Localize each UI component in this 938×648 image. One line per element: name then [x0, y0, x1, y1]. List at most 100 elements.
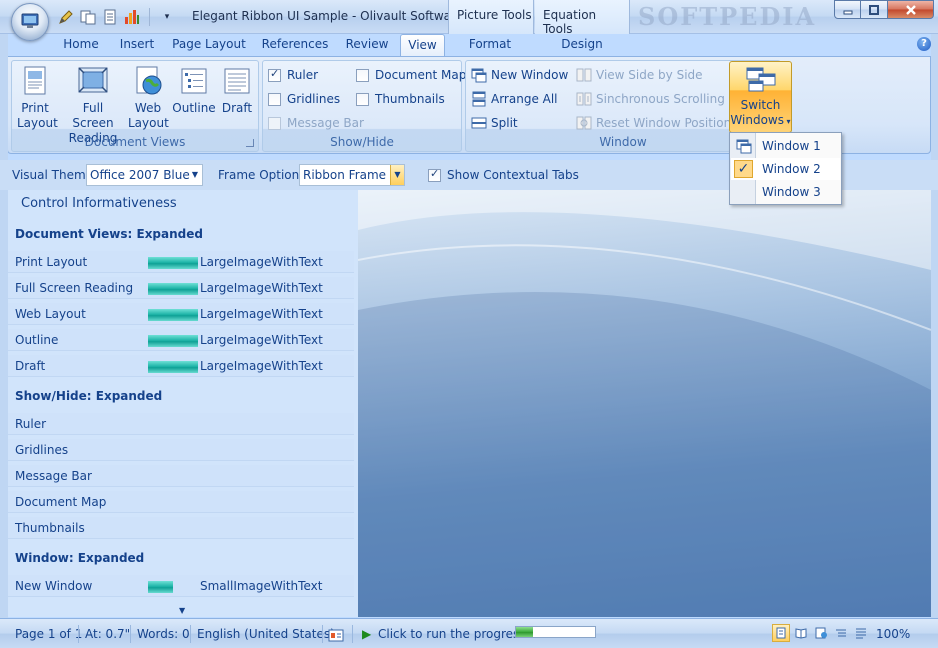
thumbnails-check[interactable] — [356, 92, 369, 106]
switch-windows-icon — [746, 67, 775, 92]
outline-button[interactable]: Outline — [172, 65, 216, 116]
tab-insert[interactable]: Insert — [116, 34, 158, 56]
informativeness-bar[interactable] — [148, 335, 198, 347]
table-row[interactable]: Message Bar — [8, 465, 354, 487]
row-name: Message Bar — [15, 469, 92, 483]
arrange-all-label: Arrange All — [491, 92, 558, 106]
document-map-checkbox[interactable]: Document Map — [356, 65, 466, 85]
thumbnails-checkbox[interactable]: Thumbnails — [356, 89, 445, 109]
minimize-button[interactable] — [834, 0, 861, 19]
table-row[interactable]: New Window SmallImageWithText — [8, 575, 354, 597]
dialog-launcher-icon[interactable] — [246, 139, 254, 147]
control-informativeness-panel: Control Informativeness Document Views: … — [8, 190, 358, 617]
message-bar-label: Message Bar — [287, 116, 364, 130]
synchronous-scrolling-label: Sinchronous Scrolling — [596, 92, 725, 106]
menu-item-window-3[interactable]: Window 3 — [731, 181, 840, 203]
menu-item-window-1[interactable]: Window 1 — [731, 135, 840, 157]
show-contextual-tabs-checkbox[interactable]: Show Contextual Tabs — [428, 165, 579, 185]
ruler-checkbox[interactable]: Ruler — [268, 65, 318, 85]
contextual-header-equation-tools: Equation Tools — [535, 0, 630, 36]
customize-toolbar-chevron-icon[interactable]: ▾ — [158, 8, 176, 26]
tab-page-layout[interactable]: Page Layout — [170, 34, 248, 56]
view-side-by-side-button: View Side by Side — [576, 65, 703, 85]
full-screen-reading-button[interactable]: Full Screen Reading — [62, 65, 124, 146]
copy-icon[interactable] — [79, 8, 97, 26]
menu-item-window-3-label: Window 3 — [762, 185, 821, 199]
show-contextual-tabs-check[interactable] — [428, 167, 441, 182]
close-button[interactable] — [888, 0, 934, 19]
table-row[interactable]: Print Layout LargeImageWithText — [8, 251, 354, 273]
ruler-check[interactable] — [268, 67, 281, 82]
frame-options-select[interactable]: Ribbon Frame ▼ — [299, 164, 405, 186]
table-row[interactable]: Full Screen Reading LargeImageWithText — [8, 277, 354, 299]
gridlines-check[interactable] — [268, 92, 281, 106]
document-area — [358, 190, 931, 617]
informativeness-bar[interactable] — [148, 283, 198, 295]
visual-theme-select[interactable]: Office 2007 Blue ▼ — [86, 164, 203, 186]
view-web-layout-icon[interactable] — [812, 624, 830, 642]
pencil-icon[interactable] — [57, 8, 75, 26]
table-row[interactable]: Gridlines — [8, 439, 354, 461]
gridlines-checkbox[interactable]: Gridlines — [268, 89, 340, 109]
window-icon — [736, 139, 752, 154]
table-row[interactable]: Document Map — [8, 491, 354, 513]
help-icon[interactable]: ? — [917, 37, 931, 51]
chart-icon[interactable] — [123, 8, 141, 26]
document-map-check[interactable] — [356, 68, 369, 82]
run-progress-link[interactable]: Click to run the progress — [378, 624, 526, 644]
table-row[interactable]: Draft LargeImageWithText — [8, 355, 354, 377]
status-at[interactable]: At: 0.7" — [85, 624, 130, 644]
view-full-screen-reading-icon[interactable] — [792, 624, 810, 642]
split-button[interactable]: Split — [471, 113, 518, 133]
view-outline-icon[interactable] — [832, 624, 850, 642]
row-name: Print Layout — [15, 255, 88, 269]
zoom-level[interactable]: 100% — [876, 624, 910, 644]
row-name: Thumbnails — [15, 521, 85, 535]
informativeness-bar[interactable] — [148, 361, 198, 373]
group-show-hide: Ruler Gridlines Message Bar Document Map… — [262, 60, 466, 152]
menu-item-window-2-label: Window 2 — [762, 162, 821, 176]
row-name: Full Screen Reading — [15, 281, 134, 295]
tab-references[interactable]: References — [260, 34, 330, 56]
section-window: Window: Expanded — [15, 551, 145, 565]
document-icon[interactable] — [101, 8, 119, 26]
switch-windows-label-1: Switch — [740, 98, 781, 112]
status-language[interactable]: English (United States) — [197, 624, 335, 644]
group-title-document-views: Document Views — [84, 135, 186, 149]
print-layout-button[interactable]: Print Layout — [17, 65, 58, 131]
draft-button[interactable]: Draft — [219, 65, 255, 116]
tab-home[interactable]: Home — [58, 34, 104, 56]
maximize-button[interactable] — [861, 0, 888, 19]
switch-windows-button[interactable]: Switch Windows ▾ — [729, 61, 792, 133]
view-print-layout-icon[interactable] — [772, 624, 790, 642]
tab-design[interactable]: Design — [556, 34, 608, 56]
new-window-button[interactable]: New Window — [471, 65, 568, 85]
contextual-header-picture-tools: Picture Tools — [448, 0, 534, 34]
table-row[interactable]: Web Layout LargeImageWithText — [8, 303, 354, 325]
spelling-icon[interactable] — [328, 625, 344, 645]
view-draft-icon[interactable] — [852, 624, 870, 642]
web-layout-label-2: Layout — [128, 116, 169, 130]
arrange-all-button[interactable]: Arrange All — [471, 89, 558, 109]
scroll-down-icon[interactable]: ▼ — [179, 606, 185, 615]
progress-bar — [515, 626, 596, 638]
status-page[interactable]: Page 1 of 1 — [15, 624, 82, 644]
title-bar: ▾ Elegant Ribbon UI Sample - Olivault So… — [0, 0, 938, 36]
tab-review[interactable]: Review — [342, 34, 392, 56]
informativeness-bar[interactable] — [148, 309, 198, 321]
gridlines-label: Gridlines — [287, 92, 341, 106]
side-by-side-icon — [576, 68, 592, 82]
menu-item-window-2[interactable]: ✓ Window 2 — [731, 158, 840, 180]
table-row[interactable]: Outline LargeImageWithText — [8, 329, 354, 351]
table-row[interactable]: Ruler — [8, 413, 354, 435]
tab-view[interactable]: View — [400, 34, 445, 57]
outline-icon — [181, 68, 207, 94]
play-icon[interactable]: ▶ — [362, 624, 371, 644]
informativeness-bar[interactable] — [148, 257, 198, 269]
web-layout-button[interactable]: Web Layout — [128, 65, 169, 131]
informativeness-bar[interactable] — [148, 581, 173, 593]
tab-format[interactable]: Format — [464, 34, 516, 56]
application-menu-button[interactable] — [11, 3, 49, 41]
status-words[interactable]: Words: 0 — [137, 624, 190, 644]
table-row[interactable]: Thumbnails — [8, 517, 354, 539]
